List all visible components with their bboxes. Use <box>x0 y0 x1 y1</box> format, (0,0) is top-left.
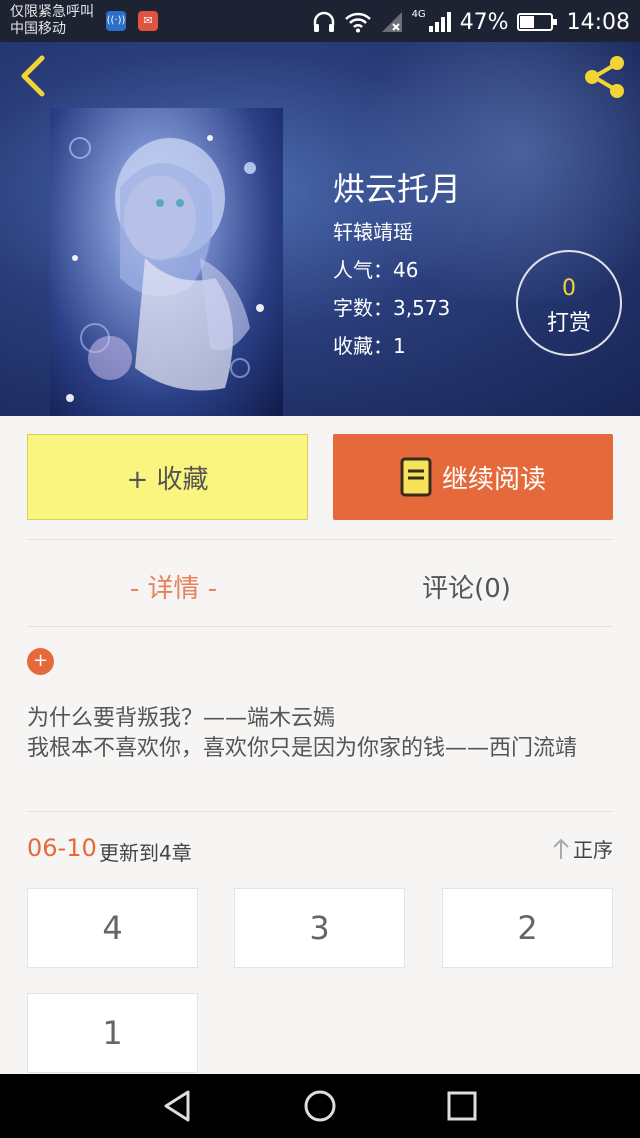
intro-line: 为什么要背叛我？——端木云嫣 <box>27 706 336 731</box>
divider <box>27 626 613 627</box>
signal-icon <box>428 12 451 32</box>
book-author[interactable]: 轩辕靖瑶 <box>333 216 413 245</box>
no-sim-signal-icon <box>381 12 402 32</box>
update-text: 更新到4章 <box>99 841 192 865</box>
divider <box>27 539 613 540</box>
chapter-button[interactable]: 1 <box>27 993 198 1073</box>
carrier-line2: 中国移动 <box>10 21 66 37</box>
wifi-icon <box>344 12 371 33</box>
favorites-stat: 收藏：1 <box>333 334 406 358</box>
chapter-button[interactable]: 3 <box>234 888 405 968</box>
reward-label: 打赏 <box>546 311 591 336</box>
tab-details[interactable]: - 详情 - <box>27 548 320 624</box>
chapter-button[interactable]: 2 <box>442 888 613 968</box>
battery-level <box>519 16 534 28</box>
book-cover-image[interactable] <box>50 108 283 416</box>
reward-button[interactable]: 0 打赏 <box>516 250 622 356</box>
nav-recents-icon[interactable] <box>444 1088 480 1124</box>
headphones-icon <box>313 11 334 32</box>
carrier-line1: 仅限紧急呼叫 <box>10 4 94 20</box>
popularity-stat: 人气：46 <box>333 258 419 282</box>
network-type: 4G <box>411 8 426 20</box>
back-icon[interactable] <box>14 54 54 98</box>
mail-app-icon: ✉ <box>138 11 158 31</box>
intro-line: 我根本不喜欢你，喜欢你只是因为你家的钱——西门流靖 <box>27 736 578 761</box>
book-intro: 为什么要背叛我？——端木云嫣 我根本不喜欢你，喜欢你只是因为你家的钱——西门流靖 <box>27 704 617 764</box>
update-row: 06-10 更新到4章 正序 <box>27 834 613 866</box>
battery-icon <box>516 13 557 31</box>
share-icon[interactable] <box>580 52 630 102</box>
battery-percent: 47% <box>459 9 509 35</box>
update-date: 06-10 <box>27 834 97 862</box>
continue-reading-label: 继续阅读 <box>441 464 546 495</box>
system-nav-bar <box>0 1074 640 1138</box>
divider <box>27 811 613 812</box>
expand-intro-icon[interactable]: + <box>27 648 54 675</box>
book-icon <box>400 457 432 497</box>
nav-home-icon[interactable] <box>302 1088 338 1124</box>
reward-count: 0 <box>562 276 576 301</box>
word-count-stat: 字数：3,573 <box>333 296 451 320</box>
carrier-info: 仅限紧急呼叫 中国移动 <box>10 4 94 38</box>
book-header: 烘云托月 轩辕靖瑶 人气：46 字数：3,573 收藏：1 0 打赏 <box>0 42 640 416</box>
arrow-up-icon <box>553 838 569 859</box>
nfc-app-icon: ((·)) <box>106 11 126 31</box>
sort-order-label: 正序 <box>573 838 613 862</box>
chapter-button[interactable]: 4 <box>27 888 198 968</box>
clock: 14:08 <box>566 9 630 35</box>
book-title: 烘云托月 <box>333 170 462 208</box>
status-icons: 4G 47% 14:08 <box>312 8 630 36</box>
status-bar: 仅限紧急呼叫 中国移动 ((·)) ✉ 4G 47% 14:08 <box>0 0 640 42</box>
sort-order-button[interactable]: 正序 <box>551 834 613 863</box>
nav-back-icon[interactable] <box>160 1088 196 1124</box>
continue-reading-button[interactable]: 继续阅读 <box>333 434 613 520</box>
add-favorite-button[interactable]: + 收藏 <box>27 434 308 520</box>
tab-comments[interactable]: 评论(0) <box>320 548 613 624</box>
cover-illustration <box>66 135 264 402</box>
add-favorite-label: + 收藏 <box>126 464 209 495</box>
